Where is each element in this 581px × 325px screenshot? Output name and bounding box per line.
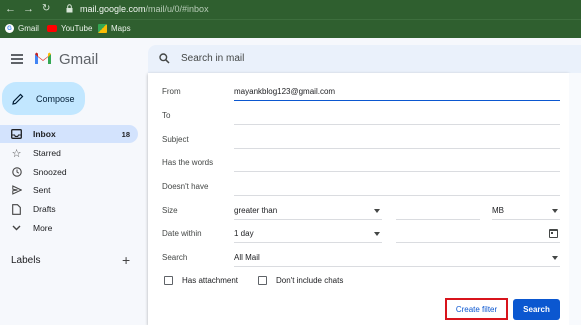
nav-item-sent[interactable]: Sent — [0, 181, 138, 199]
nav-item-drafts[interactable]: Drafts — [0, 200, 138, 218]
nav-label: Starred — [33, 148, 61, 158]
gmail-logo-icon — [35, 52, 51, 64]
search-bar[interactable]: Search in mail — [148, 45, 581, 73]
dropdown-arrow-icon — [374, 209, 380, 213]
email-list-edge — [569, 73, 581, 325]
nav-label: Sent — [33, 185, 51, 195]
dropdown-arrow-icon — [374, 232, 380, 236]
bookmark-maps[interactable]: Maps — [98, 24, 131, 33]
from-input[interactable]: mayankblog123@gmail.com — [234, 87, 335, 96]
doesnt-have-row: Doesn't have — [162, 178, 560, 196]
size-operator-value: greater than — [234, 206, 278, 215]
forward-arrow-icon[interactable]: → — [23, 3, 34, 15]
maps-icon — [98, 24, 107, 33]
size-unit-value: MB — [492, 206, 504, 215]
no-chats-checkbox[interactable]: Don't include chats — [258, 276, 343, 285]
google-icon: G — [5, 24, 14, 33]
nav-item-snoozed[interactable]: Snoozed — [0, 163, 138, 181]
unread-count: 18 — [121, 129, 130, 139]
bookmark-youtube[interactable]: YouTube — [47, 24, 92, 33]
browser-toolbar: ← → ↻ mail.google.com/mail/u/0/#inbox — [0, 0, 581, 19]
date-within-value: 1 day — [234, 229, 254, 238]
has-words-label: Has the words — [162, 158, 214, 167]
search-scope-select[interactable]: All Mail — [234, 249, 560, 267]
draft-icon — [11, 203, 22, 215]
search-options-panel: From mayankblog123@gmail.com To Subject … — [148, 73, 569, 325]
labels-heading: Labels — [11, 255, 41, 266]
to-input[interactable] — [234, 124, 560, 125]
checkbox-box[interactable] — [164, 276, 173, 285]
doesnt-have-input[interactable] — [234, 195, 560, 196]
date-row: Date within 1 day — [162, 225, 560, 243]
has-words-row: Has the words — [162, 154, 560, 172]
clock-icon — [11, 167, 22, 178]
size-row: Size greater than MB — [162, 202, 560, 220]
doesnt-have-label: Doesn't have — [162, 182, 209, 191]
nav-label: Inbox — [33, 129, 56, 139]
size-unit-select[interactable]: MB — [492, 202, 560, 220]
lock-icon — [66, 4, 73, 13]
chevron-down-icon — [11, 223, 22, 234]
bookmark-label: YouTube — [61, 24, 93, 33]
to-label: To — [162, 111, 171, 120]
no-chats-label: Don't include chats — [276, 276, 344, 285]
nav-label: Drafts — [33, 204, 56, 214]
nav-item-inbox[interactable]: Inbox 18 — [0, 125, 138, 143]
has-words-input[interactable] — [234, 171, 560, 172]
nav-item-starred[interactable]: ☆ Starred — [0, 144, 138, 162]
search-scope-label: Search — [162, 253, 188, 262]
subject-input[interactable] — [234, 148, 560, 149]
subject-row: Subject — [162, 131, 560, 149]
size-label: Size — [162, 206, 178, 215]
address-bar[interactable]: mail.google.com/mail/u/0/#inbox — [80, 4, 209, 14]
reload-icon[interactable]: ↻ — [42, 3, 50, 15]
from-label: From — [162, 87, 181, 96]
star-icon: ☆ — [11, 147, 22, 160]
back-arrow-icon[interactable]: ← — [5, 3, 16, 15]
search-icon[interactable] — [159, 53, 170, 64]
calendar-icon[interactable] — [549, 229, 558, 238]
app-name: Gmail — [59, 51, 99, 68]
dropdown-arrow-icon — [552, 256, 558, 260]
nav-label: Snoozed — [33, 167, 67, 177]
date-within-label: Date within — [162, 229, 202, 238]
bookmark-label: Gmail — [18, 24, 39, 33]
size-value-input[interactable] — [396, 202, 480, 220]
date-input[interactable] — [396, 225, 560, 243]
checkbox-box[interactable] — [258, 276, 267, 285]
dropdown-arrow-icon — [552, 209, 558, 213]
has-attachment-checkbox[interactable]: Has attachment — [164, 276, 238, 285]
nav-label: More — [33, 223, 53, 233]
url-path: /mail/u/0/#inbox — [145, 4, 209, 14]
add-label-icon[interactable]: + — [122, 252, 130, 268]
search-placeholder: Search in mail — [181, 53, 245, 64]
youtube-icon — [47, 25, 57, 32]
has-attachment-label: Has attachment — [182, 276, 239, 285]
compose-label: Compose — [36, 93, 75, 104]
subject-label: Subject — [162, 135, 189, 144]
from-row: From mayankblog123@gmail.com — [162, 83, 560, 101]
bookmark-label: Maps — [111, 24, 131, 33]
size-operator-select[interactable]: greater than — [234, 202, 382, 220]
send-icon — [11, 185, 22, 196]
nav-item-more[interactable]: More — [0, 219, 138, 237]
pencil-icon — [12, 93, 24, 105]
bookmarks-bar: G Gmail YouTube Maps — [0, 19, 581, 38]
to-row: To — [162, 107, 560, 125]
bookmark-gmail[interactable]: G Gmail — [5, 24, 39, 33]
search-button[interactable]: Search — [513, 299, 560, 320]
compose-button[interactable]: Compose — [2, 82, 85, 115]
main-menu-icon[interactable] — [11, 54, 23, 64]
search-scope-value: All Mail — [234, 253, 260, 262]
url-host: mail.google.com — [80, 4, 146, 14]
search-scope-row: Search All Mail — [162, 249, 560, 267]
create-filter-button[interactable]: Create filter — [445, 298, 508, 320]
inbox-icon — [11, 129, 22, 140]
date-within-select[interactable]: 1 day — [234, 225, 382, 243]
